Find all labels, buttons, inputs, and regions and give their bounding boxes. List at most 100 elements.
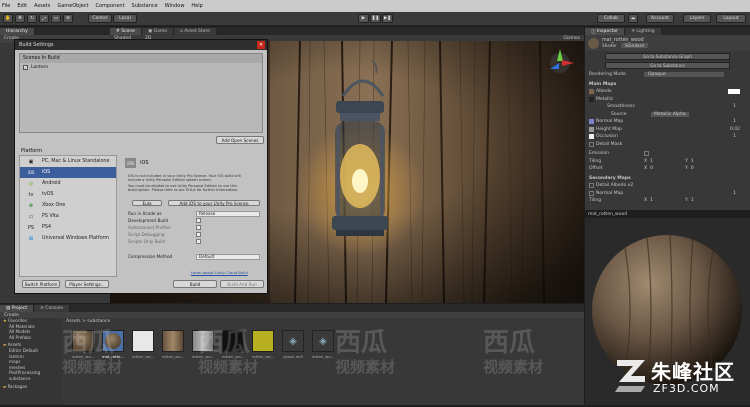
- platform-ios[interactable]: iOS iOS: [20, 167, 116, 178]
- step-button[interactable]: ▶❚: [382, 14, 393, 23]
- dialog-close-button[interactable]: ✕: [257, 41, 265, 49]
- cloud-build-link[interactable]: Learn about Unity Cloud Build: [191, 270, 248, 275]
- platform-tvos[interactable]: tv tvOS: [20, 189, 116, 200]
- go-to-substance-button[interactable]: Go to Substance: [605, 62, 730, 69]
- play-button[interactable]: ▶: [358, 14, 369, 23]
- scene-checkbox[interactable]: ✓: [23, 65, 28, 70]
- layout-dropdown[interactable]: Layout: [716, 14, 746, 23]
- account-dropdown[interactable]: Account: [646, 14, 674, 23]
- run-in-xcode-dropdown[interactable]: Release: [196, 210, 260, 217]
- tiling-y-field[interactable]: 1: [688, 159, 694, 164]
- cloud-icon: ☁: [630, 16, 636, 21]
- project-create-dropdown[interactable]: Create: [4, 313, 19, 318]
- scene-list-item[interactable]: ✓ Lantern: [20, 63, 262, 72]
- menu-file[interactable]: File: [2, 3, 10, 9]
- asset-thumb-8[interactable]: ◈: [282, 330, 304, 352]
- sec-tiling-y-field[interactable]: 1: [688, 198, 694, 203]
- step-icon: ▶❚: [383, 16, 392, 21]
- tab-scene[interactable]: # Scene: [110, 28, 142, 35]
- menu-component[interactable]: Component: [96, 3, 125, 9]
- detail-mask-slot[interactable]: [589, 141, 594, 147]
- asset-folder-substance[interactable]: substance: [3, 376, 62, 382]
- albedo-texture-slot[interactable]: [589, 89, 594, 95]
- toolbar: ✋ ✥ ↻ ⤢ ▭ ⊕ Center Local ▶ ❚❚ ▶❚ Collab …: [0, 12, 750, 26]
- shader-dropdown[interactable]: Standard: [620, 43, 648, 48]
- collab-button[interactable]: Collab: [597, 14, 625, 23]
- normal-scale-value[interactable]: 1: [733, 119, 736, 124]
- normal-texture-slot[interactable]: [589, 119, 594, 125]
- menu-window[interactable]: Window: [165, 3, 185, 9]
- platform-ps4[interactable]: PS PS4: [20, 222, 116, 233]
- tab-console[interactable]: ≡ Console: [34, 305, 71, 312]
- rotate-tool-button[interactable]: ↻: [27, 14, 37, 23]
- occlusion-value[interactable]: 1: [733, 134, 736, 139]
- eula-button[interactable]: Eula: [132, 200, 162, 206]
- sec-tiling-x-field[interactable]: 1: [647, 198, 685, 203]
- menu-assets[interactable]: Assets: [34, 3, 50, 9]
- offset-y-field[interactable]: 0: [688, 166, 694, 171]
- gizmos-dropdown[interactable]: Gizmos: [563, 36, 580, 41]
- sec-normal-slot[interactable]: [589, 190, 594, 196]
- run-in-xcode-row: Run in Xcode as Release: [128, 210, 264, 217]
- scripts-only-build-checkbox[interactable]: [196, 239, 201, 244]
- platform-uwp[interactable]: ⊞ Universal Windows Platform: [20, 233, 116, 244]
- add-open-scenes-button[interactable]: Add Open Scenes: [216, 136, 264, 144]
- cloud-button[interactable]: ☁: [628, 14, 638, 23]
- metallic-texture-slot[interactable]: [589, 96, 594, 102]
- asset-thumb-4[interactable]: [162, 330, 184, 352]
- sec-normal-value[interactable]: 1: [733, 191, 736, 196]
- go-to-graph-button[interactable]: Go to Substance Graph: [605, 53, 730, 60]
- player-settings-button[interactable]: Player Settings...: [65, 280, 109, 288]
- tiling-x-field[interactable]: 1: [647, 159, 685, 164]
- tab-game[interactable]: ▣ Game: [141, 28, 175, 35]
- scale-tool-button[interactable]: ⤢: [39, 14, 49, 23]
- source-dropdown[interactable]: Metallic Alpha: [651, 111, 689, 117]
- fav-all-prefabs[interactable]: All Prefabs: [3, 335, 62, 341]
- pivot-local-button[interactable]: Local: [113, 14, 137, 23]
- hand-tool-button[interactable]: ✋: [3, 14, 13, 23]
- transform-tool-button[interactable]: ⊕: [63, 14, 73, 23]
- build-button[interactable]: Build: [173, 280, 217, 288]
- zf3d-logo-mark: [615, 360, 645, 392]
- height-texture-slot[interactable]: [589, 126, 594, 132]
- platform-pc[interactable]: ▣ PC, Mac & Linux Standalone: [20, 156, 116, 167]
- platform-xbox[interactable]: ⊗ Xbox One: [20, 200, 116, 211]
- tab-lighting[interactable]: ☀ Lighting: [624, 28, 662, 35]
- platform-psvita[interactable]: ▭ PS Vita: [20, 211, 116, 222]
- autoconnect-profiler-row: Autoconnect Profiler: [128, 224, 264, 231]
- script-debugging-checkbox[interactable]: [196, 232, 201, 237]
- detail-albedo-slot[interactable]: [589, 183, 594, 189]
- tab-project[interactable]: ▤ Project: [0, 305, 35, 312]
- platform-android[interactable]: ◍ Android: [20, 178, 116, 189]
- pivot-center-button[interactable]: Center: [88, 14, 112, 23]
- asset-thumb-3[interactable]: [132, 330, 154, 352]
- switch-platform-button[interactable]: Switch Platform: [22, 280, 60, 288]
- offset-x-field[interactable]: 0: [647, 166, 685, 171]
- pause-button[interactable]: ❚❚: [370, 14, 381, 23]
- asset-thumb-7[interactable]: [252, 330, 274, 352]
- packages-item[interactable]: ▰ Packages: [3, 384, 62, 390]
- build-and-run-button[interactable]: Build And Run: [220, 280, 264, 288]
- rendering-mode-dropdown[interactable]: Opaque: [644, 72, 724, 78]
- move-tool-button[interactable]: ✥: [15, 14, 25, 23]
- tab-hierarchy[interactable]: Hierarchy: [0, 28, 35, 35]
- menu-edit[interactable]: Edit: [17, 3, 27, 9]
- occlusion-texture-slot[interactable]: [589, 134, 594, 140]
- asset-thumb-9[interactable]: ◈: [312, 330, 334, 352]
- menu-help[interactable]: Help: [191, 3, 202, 9]
- rect-tool-button[interactable]: ▭: [51, 14, 61, 23]
- add-license-button[interactable]: Add iOS to your Unity Pro license: [168, 200, 260, 206]
- development-build-checkbox[interactable]: [196, 218, 201, 223]
- height-scale-value[interactable]: 0.02: [730, 127, 740, 132]
- tab-asset-store[interactable]: ⌂ Asset Store: [174, 28, 217, 35]
- albedo-color-swatch[interactable]: [728, 89, 740, 95]
- menu-substance[interactable]: Substance: [132, 3, 158, 9]
- menu-gameobject[interactable]: GameObject: [57, 3, 88, 9]
- ios-icon: iOS: [125, 158, 136, 168]
- layers-dropdown[interactable]: Layers: [683, 14, 711, 23]
- compression-dropdown[interactable]: Default: [196, 253, 260, 260]
- emission-checkbox[interactable]: [644, 151, 649, 157]
- autoconnect-profiler-checkbox[interactable]: [196, 225, 201, 230]
- smoothness-value[interactable]: 1: [733, 104, 736, 109]
- tab-inspector[interactable]: ⓘ Inspector: [585, 28, 625, 35]
